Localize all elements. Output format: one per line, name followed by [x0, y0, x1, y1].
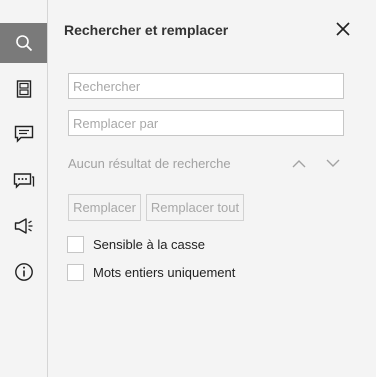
info-icon — [14, 262, 34, 282]
case-sensitive-checkbox[interactable] — [67, 236, 84, 253]
comment-icon — [14, 125, 34, 143]
case-sensitive-option[interactable]: Sensible à la casse — [67, 236, 205, 253]
whole-words-checkbox[interactable] — [67, 264, 84, 281]
sidebar-item-comments[interactable] — [0, 114, 47, 154]
replace-input[interactable] — [68, 110, 344, 136]
search-input[interactable] — [68, 73, 344, 99]
sidebar-item-slides[interactable] — [0, 69, 47, 109]
chat-icon — [13, 171, 35, 189]
search-icon — [15, 34, 33, 52]
sidebar-item-info[interactable] — [0, 252, 47, 292]
sidebar-item-search[interactable] — [0, 23, 47, 63]
panel-title: Rechercher et remplacer — [64, 22, 229, 38]
search-replace-panel: Rechercher et remplacer Aucun résultat d… — [48, 0, 376, 377]
close-button[interactable] — [334, 21, 352, 41]
sidebar-item-chat[interactable] — [0, 160, 47, 200]
replace-all-button[interactable]: Remplacer tout — [146, 194, 244, 221]
search-status-text: Aucun résultat de recherche — [68, 156, 231, 171]
replace-button[interactable]: Remplacer — [68, 194, 141, 221]
next-result-button[interactable] — [324, 155, 342, 173]
chevron-down-icon — [326, 155, 340, 173]
sidebar-item-announcements[interactable] — [0, 206, 47, 246]
whole-words-label: Mots entiers uniquement — [93, 265, 236, 280]
whole-words-option[interactable]: Mots entiers uniquement — [67, 264, 235, 281]
left-sidebar — [0, 0, 48, 377]
megaphone-icon — [14, 217, 34, 235]
slides-icon — [16, 80, 32, 98]
close-icon — [336, 21, 350, 41]
chevron-up-icon — [292, 155, 306, 173]
case-sensitive-label: Sensible à la casse — [93, 237, 206, 252]
previous-result-button[interactable] — [290, 155, 308, 173]
